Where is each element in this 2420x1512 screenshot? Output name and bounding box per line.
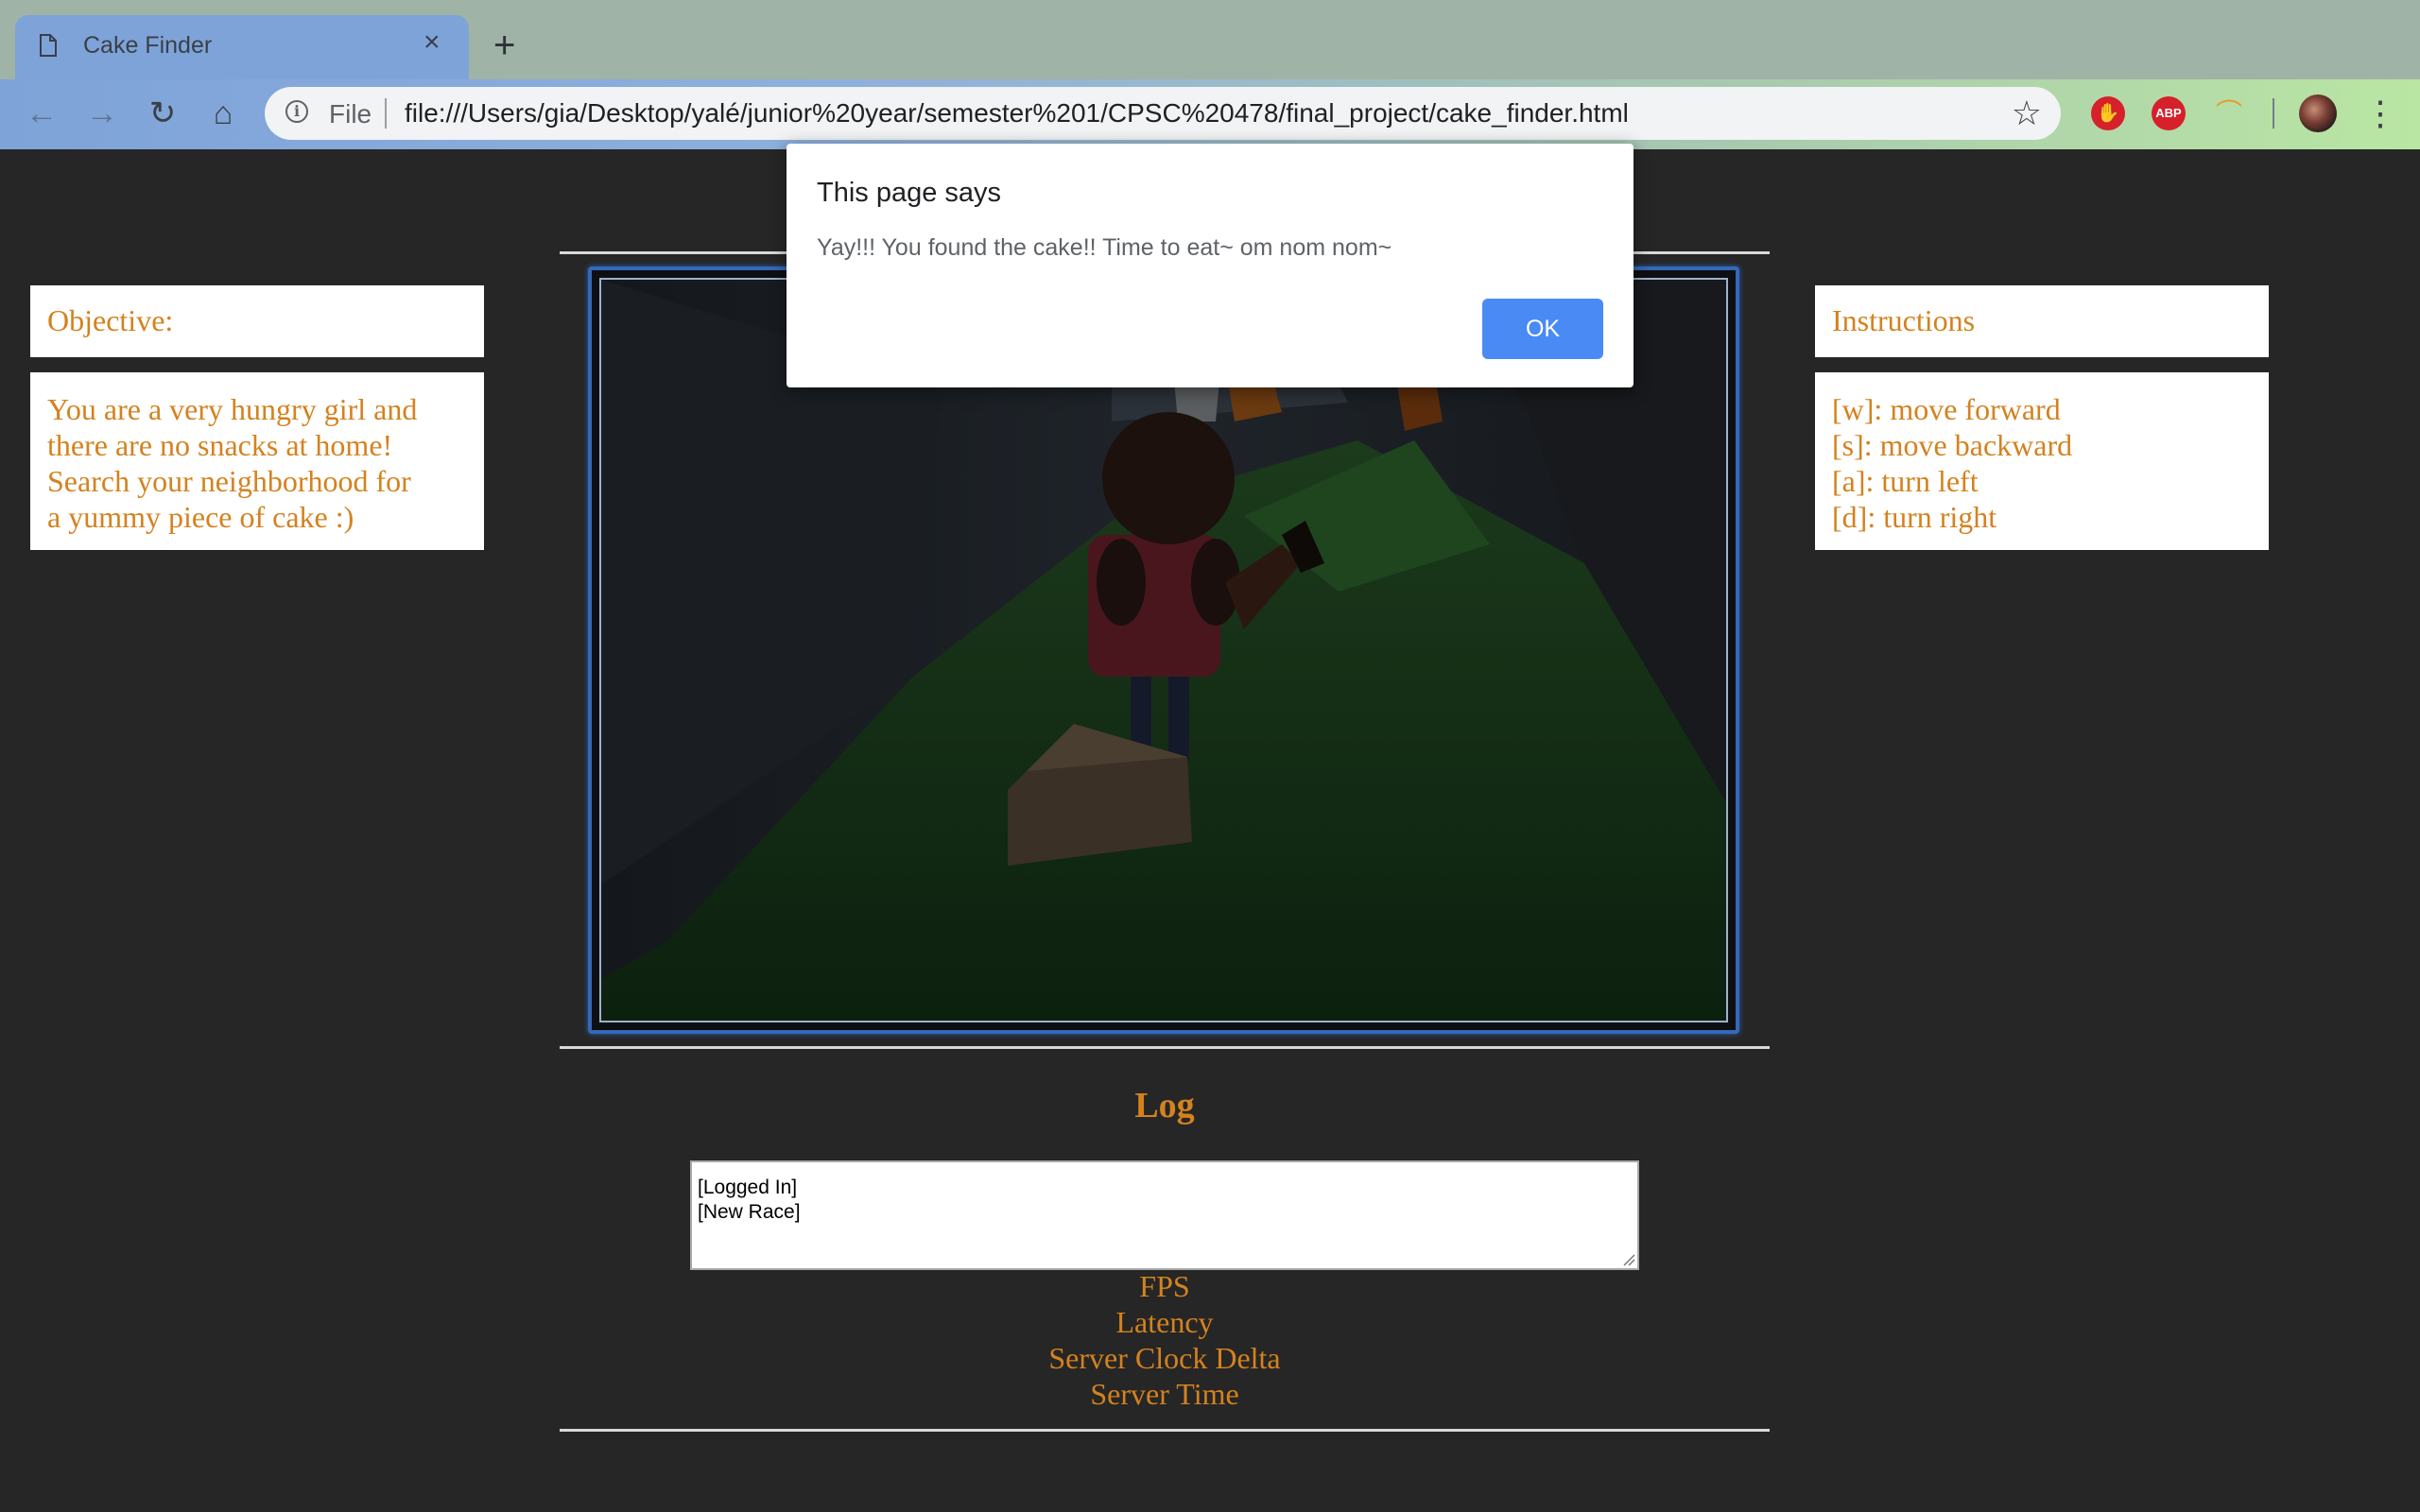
address-bar[interactable]: i File file:///Users/gia/Desktop/yalé/ju… [265,87,2061,140]
server-clock-delta-label: Server Clock Delta [1048,1341,1281,1375]
log-heading: Log [1134,1086,1195,1125]
server-time-label: Server Time [1090,1377,1239,1411]
browser-toolbar: ← → ↻ ⌂ i File file:///Users/gia/Desktop… [0,79,2420,149]
character-hair [1097,539,1146,626]
rainbow-extension-icon[interactable]: ⌒ [2212,96,2246,130]
fps-label: FPS [1139,1269,1190,1303]
kebab-menu-icon[interactable]: ⋮ [2363,93,2397,134]
log-entry: [Logged In] [698,1177,798,1198]
alert-dialog: This page says Yay!!! You found the cake… [786,144,1634,387]
home-icon[interactable]: ⌂ [204,94,242,132]
bookmark-star-icon[interactable]: ☆ [2012,94,2042,132]
stop-hand-extension-icon[interactable]: ✋ [2091,96,2125,130]
bottom-rule [560,1429,1770,1432]
toolbar-divider [2273,98,2274,129]
tab-strip: Cake Finder × + [0,0,2420,79]
objective-line: there are no snacks at home! [47,428,393,462]
objective-text-box: You are a very hungry girl and there are… [30,372,484,550]
instruction-line: [d]: turn right [1832,500,1997,534]
objective-heading-box: Objective: [30,285,484,357]
close-tab-icon[interactable]: × [424,28,441,57]
instructions-heading: Instructions [1832,303,1976,337]
character-head [1102,412,1235,544]
objective-line: Search your neighborhood for [47,464,411,498]
latency-label: Latency [1115,1305,1214,1339]
objective-line: a yummy piece of cake :) [47,500,354,534]
url-text[interactable]: file:///Users/gia/Desktop/yalé/junior%20… [405,98,1629,129]
instructions-text-box: [w]: move forward [s]: move backward [a]… [1815,372,2269,550]
instruction-line: [a]: turn left [1832,464,1979,498]
resize-handle-icon[interactable] [1622,1253,1635,1266]
profile-avatar[interactable] [2299,94,2337,132]
game-scene [601,280,1726,1021]
forward-arrow-icon[interactable]: → [83,94,121,132]
objective-heading: Objective: [47,303,174,337]
character-leg [1168,677,1189,762]
game-canvas[interactable] [599,278,1728,1022]
info-icon[interactable]: i [285,100,308,123]
log-entry: [New Race] [698,1201,801,1223]
dialog-title: This page says [817,178,1002,208]
tab-cake-finder[interactable]: Cake Finder × [15,15,469,79]
instructions-heading-box: Instructions [1815,285,2269,357]
objective-line: You are a very hungry girl and [47,392,418,426]
new-tab-icon[interactable]: + [493,26,515,64]
middle-rule [560,1046,1770,1049]
instruction-line: [s]: move backward [1832,428,2073,462]
dialog-message: Yay!!! You found the cake!! Time to eat~… [817,234,1392,261]
reload-icon[interactable]: ↻ [144,94,182,132]
back-arrow-icon[interactable]: ← [23,94,60,132]
document-icon [40,34,57,57]
file-label: File [329,99,372,129]
log-textarea[interactable]: [Logged In] [New Race] [690,1160,1639,1270]
tab-title: Cake Finder [83,32,213,59]
instruction-line: [w]: move forward [1832,392,2061,426]
ok-button[interactable]: OK [1482,299,1603,359]
omnibox-divider [385,98,387,129]
adblock-plus-icon[interactable]: ABP [2152,96,2186,130]
